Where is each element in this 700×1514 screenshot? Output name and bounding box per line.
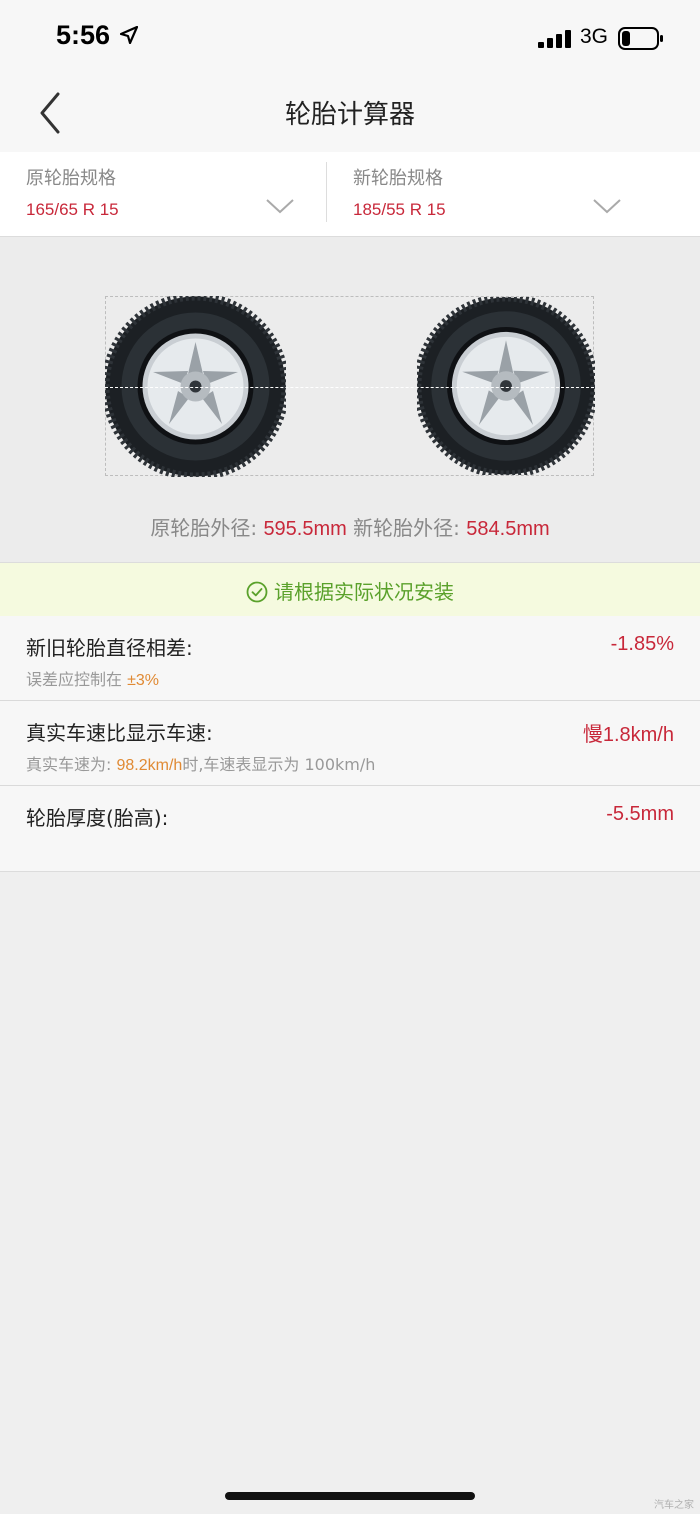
thickness-value: -5.5mm	[606, 803, 674, 825]
status-time: 5:56	[56, 20, 111, 50]
results-panel: 新旧轮胎直径相差: -1.85% 误差应控制在 ±3% 真实车速比显示车速: 慢…	[0, 616, 700, 872]
thickness-title: 轮胎厚度(胎高):	[26, 806, 169, 830]
install-notice: 请根据实际状况安装	[0, 563, 700, 616]
diameter-diff-title: 新旧轮胎直径相差:	[26, 636, 193, 660]
diameter-diff-value: -1.85%	[610, 633, 674, 655]
battery-icon	[618, 27, 663, 50]
new-tire-icon	[417, 297, 595, 475]
original-spec-value: 165/65 R 15	[26, 200, 119, 219]
speed-diff-title: 真实车速比显示车速:	[26, 721, 213, 745]
speed-note-suffix: 时,车速表显示为 100km/h	[182, 755, 376, 774]
check-circle-icon	[246, 581, 268, 603]
speed-diff-row: 真实车速比显示车速: 慢1.8km/h 真实车速为: 98.2km/h时,车速表…	[0, 701, 700, 785]
diameter-summary: 原轮胎外径: 595.5mm 新轮胎外径: 584.5mm	[0, 512, 700, 541]
nav-bar: 轮胎计算器	[0, 76, 700, 152]
original-spec-label: 原轮胎规格	[26, 168, 116, 189]
signal-bars-icon	[538, 30, 571, 48]
watermark: 汽车之家	[654, 1500, 694, 1511]
chevron-down-icon	[266, 199, 294, 214]
home-indicator[interactable]	[225, 1492, 475, 1500]
new-diameter-value: 584.5mm	[466, 518, 550, 540]
original-diameter-label: 原轮胎外径:	[150, 516, 258, 540]
speed-diff-note: 真实车速为: 98.2km/h时,车速表显示为 100km/h	[26, 751, 375, 775]
speed-diff-value: 慢1.8km/h	[582, 724, 674, 746]
location-arrow-icon	[120, 26, 138, 44]
diameter-diff-note: 误差应控制在 ±3%	[26, 666, 159, 690]
tire-comparison-area: 原轮胎外径: 595.5mm 新轮胎外径: 584.5mm	[0, 237, 700, 563]
original-diameter-value: 595.5mm	[263, 518, 347, 540]
new-tire-spec-dropdown[interactable]: 新轮胎规格 185/55 R 15	[327, 152, 700, 236]
original-tire-spec-dropdown[interactable]: 原轮胎规格 165/65 R 15	[0, 152, 326, 236]
diff-note-prefix: 误差应控制在	[26, 670, 123, 689]
chevron-down-icon	[593, 199, 621, 214]
tire-spec-selector: 原轮胎规格 165/65 R 15 新轮胎规格 185/55 R 15	[0, 152, 700, 237]
diameter-diff-row: 新旧轮胎直径相差: -1.85% 误差应控制在 ±3%	[0, 616, 700, 700]
speed-note-real: 98.2km/h	[116, 757, 183, 774]
new-spec-value: 185/55 R 15	[353, 200, 446, 219]
thickness-row: 轮胎厚度(胎高): -5.5mm	[0, 786, 700, 870]
status-bar: 5:56 3G	[0, 0, 700, 76]
page-title: 轮胎计算器	[284, 100, 415, 130]
notice-text: 请根据实际状况安装	[274, 580, 454, 604]
speed-note-prefix: 真实车速为:	[26, 755, 112, 774]
network-type: 3G	[580, 25, 609, 48]
diff-note-limit: ±3%	[127, 672, 160, 689]
new-diameter-label: 新轮胎外径:	[353, 516, 460, 540]
diameter-guide-line	[105, 387, 594, 388]
new-spec-label: 新轮胎规格	[353, 168, 443, 189]
